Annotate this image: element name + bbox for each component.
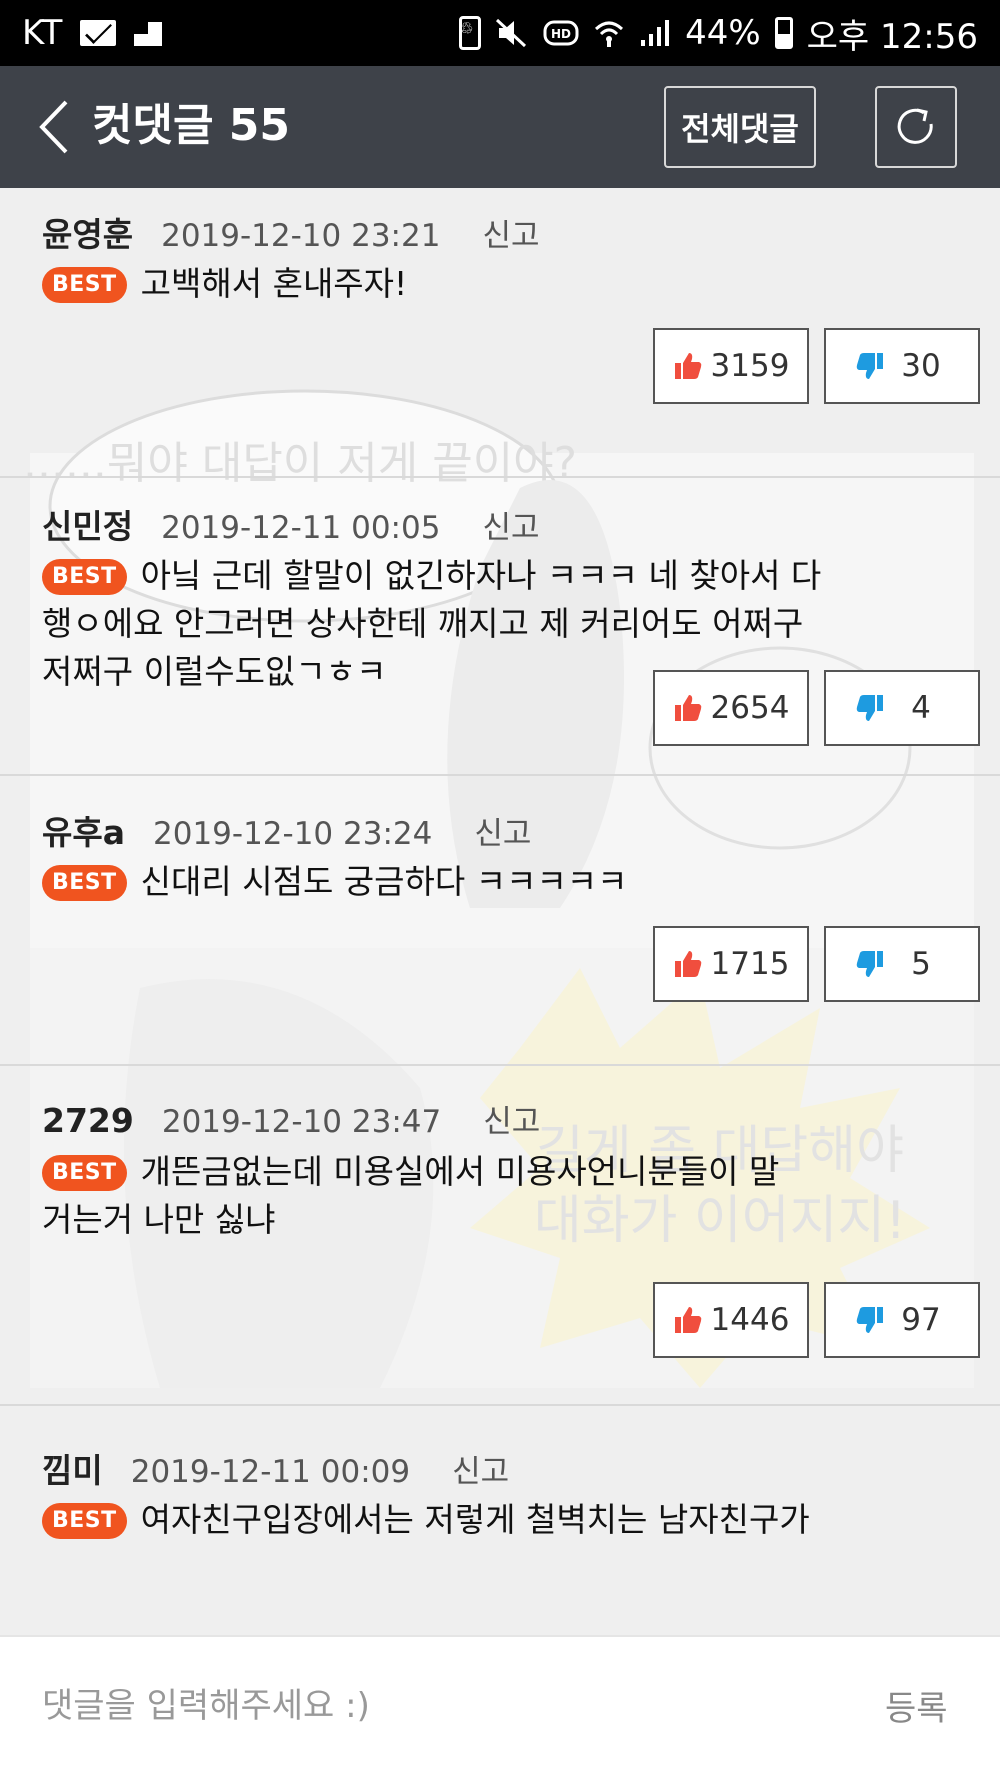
refresh-button[interactable]	[875, 86, 957, 168]
thumbs-up-icon	[674, 353, 701, 379]
thumbs-up-icon	[674, 695, 701, 721]
comment-input-bar: 등록	[0, 1635, 1000, 1778]
submit-button[interactable]: 등록	[885, 1681, 948, 1730]
comment-meta: 윤영훈 2019-12-10 23:21 신고	[42, 208, 540, 256]
wifi-icon	[593, 17, 625, 49]
best-badge: BEST	[42, 1155, 127, 1191]
battery-saver-icon	[459, 16, 482, 50]
comment-author[interactable]: 낌미	[42, 1444, 103, 1492]
comment-author[interactable]: 신민정	[42, 500, 133, 548]
thumbs-down-icon	[856, 695, 883, 721]
comment-text: 신대리 시점도 궁금하다 ㅋㅋㅋㅋㅋ	[140, 862, 628, 901]
hd-icon: HD	[543, 19, 579, 47]
report-link[interactable]: 신고	[482, 502, 539, 547]
comment-date: 2019-12-11 00:05	[161, 510, 441, 546]
comment-author[interactable]: 윤영훈	[42, 208, 133, 256]
comment-author[interactable]: 2729	[42, 1101, 134, 1140]
report-link[interactable]: 신고	[452, 1446, 509, 1491]
comment-meta: 신민정 2019-12-11 00:05 신고	[42, 500, 540, 548]
comment-body: BEST 신대리 시점도 궁금하다 ㅋㅋㅋㅋㅋ	[42, 858, 862, 906]
like-count: 1715	[710, 946, 790, 982]
comment-text: 개뜬금없는데 미용실에서 미용사언니분들이 말거는거 나만 싫냐	[42, 1152, 780, 1239]
comment-body: BEST 개뜬금없는데 미용실에서 미용사언니분들이 말거는거 나만 싫냐	[42, 1148, 802, 1244]
mute-icon	[495, 17, 529, 49]
comment-item: 윤영훈 2019-12-10 23:21 신고 BEST 고백해서 혼내주자! 3…	[0, 188, 1000, 478]
comment-list: 윤영훈 2019-12-10 23:21 신고 BEST 고백해서 혼내주자! 3…	[0, 188, 1000, 1635]
comment-author[interactable]: 유후a	[42, 806, 125, 854]
thumbs-down-icon	[856, 353, 883, 379]
dislike-count: 97	[901, 1302, 941, 1338]
report-link[interactable]: 신고	[474, 808, 531, 853]
best-badge: BEST	[42, 559, 127, 595]
comment-date: 2019-12-11 00:09	[130, 1454, 411, 1490]
like-button[interactable]: 3159	[653, 328, 809, 404]
dislike-button[interactable]: 30	[824, 328, 980, 404]
chevron-left-icon	[39, 100, 68, 154]
status-bar: KT HD 44% 오후 12:56	[0, 0, 1000, 66]
comment-item: 2729 2019-12-10 23:47 신고 BEST 개뜬금없는데 미용실에…	[0, 1066, 1000, 1406]
comment-text: 고백해서 혼내주자!	[140, 264, 408, 303]
svg-text:HD: HD	[551, 27, 571, 41]
like-button[interactable]: 1715	[653, 926, 809, 1002]
like-count: 2654	[710, 690, 790, 726]
mail-icon	[80, 20, 117, 46]
report-link[interactable]: 신고	[482, 210, 539, 255]
comment-meta: 유후a 2019-12-10 23:24 신고	[42, 806, 531, 854]
page-title: 컷댓글 55	[92, 100, 290, 151]
dislike-button[interactable]: 5	[824, 926, 980, 1002]
dislike-count: 5	[911, 946, 931, 982]
report-link[interactable]: 신고	[483, 1096, 540, 1141]
best-badge: BEST	[42, 865, 127, 901]
comment-item: 신민정 2019-12-11 00:05 신고 BEST 아닠 근데 할말이 없긴…	[0, 478, 1000, 776]
like-button[interactable]: 2654	[653, 670, 809, 746]
dislike-count: 4	[911, 690, 931, 726]
like-button[interactable]: 1446	[653, 1282, 809, 1358]
battery-percent: 44%	[685, 13, 761, 53]
comment-body: BEST 고백해서 혼내주자!	[42, 260, 862, 308]
comment-meta: 2729 2019-12-10 23:47 신고	[42, 1096, 540, 1141]
like-count: 3159	[710, 348, 790, 384]
carrier-label: KT	[22, 13, 63, 53]
all-comments-button[interactable]: 전체댓글	[664, 86, 816, 168]
best-badge: BEST	[42, 1503, 127, 1539]
battery-icon	[774, 17, 793, 49]
comment-date: 2019-12-10 23:21	[161, 218, 441, 254]
refresh-icon	[897, 108, 933, 144]
app-header: 컷댓글 55 전체댓글	[0, 66, 1000, 188]
comment-meta: 낌미 2019-12-11 00:09 신고	[42, 1444, 509, 1492]
comment-item: 낌미 2019-12-11 00:09 신고 BEST 여자친구입장에서는 저렇게…	[0, 1406, 1000, 1635]
comment-text: 여자친구입장에서는 저렇게 철벽치는 남자친구가	[140, 1500, 810, 1539]
comment-date: 2019-12-10 23:24	[153, 816, 433, 852]
comment-body: BEST 여자친구입장에서는 저렇게 철벽치는 남자친구가	[42, 1496, 862, 1544]
dislike-count: 30	[901, 348, 941, 384]
clock: 오후 12:56	[806, 16, 978, 57]
comment-item: 유후a 2019-12-10 23:24 신고 BEST 신대리 시점도 궁금하다…	[0, 776, 1000, 1066]
thumbs-up-icon	[674, 1307, 701, 1333]
thumbs-down-icon	[856, 1307, 883, 1333]
best-badge: BEST	[42, 267, 127, 303]
stairs-icon	[134, 20, 164, 46]
dislike-button[interactable]: 97	[824, 1282, 980, 1358]
comment-input[interactable]	[40, 1675, 824, 1737]
signal-icon	[639, 18, 671, 48]
comment-date: 2019-12-10 23:47	[161, 1104, 442, 1140]
back-button[interactable]	[32, 94, 88, 160]
thumbs-up-icon	[674, 951, 701, 977]
thumbs-down-icon	[856, 951, 883, 977]
dislike-button[interactable]: 4	[824, 670, 980, 746]
like-count: 1446	[710, 1302, 790, 1338]
